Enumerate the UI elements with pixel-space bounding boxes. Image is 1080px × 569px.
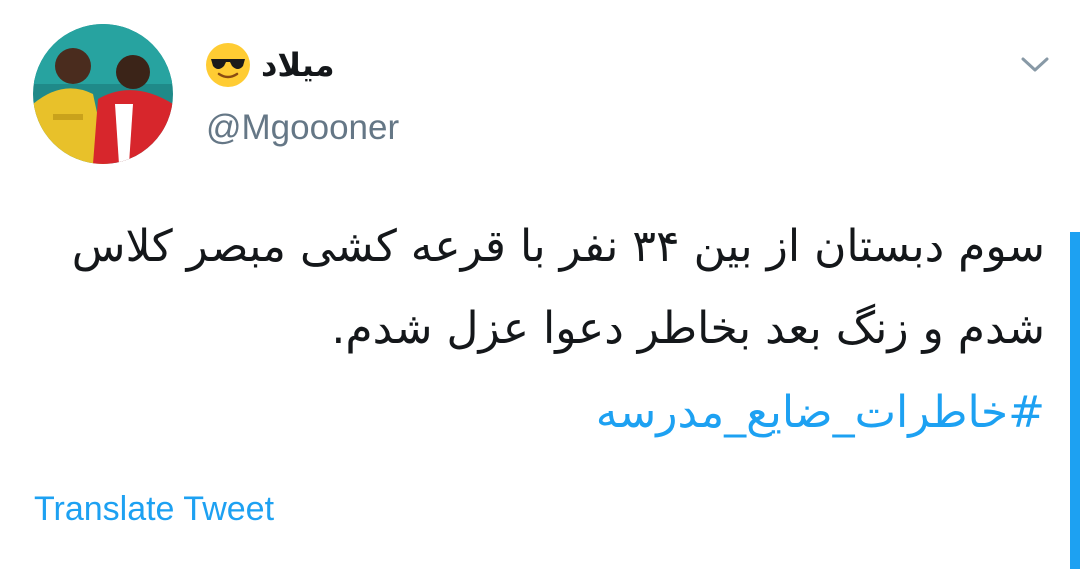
- tweet-card: میلاد @Mgoooner سوم دبستان از بین ۳۴ نفر…: [0, 0, 1080, 569]
- translate-tweet-link[interactable]: Translate Tweet: [34, 490, 274, 529]
- user-handle[interactable]: @Mgoooner: [206, 108, 399, 148]
- tweet-body: سوم دبستان از بین ۳۴ نفر با قرعه کشی مبص…: [71, 221, 1045, 354]
- chevron-down-icon[interactable]: [1018, 50, 1052, 78]
- display-name[interactable]: میلاد: [205, 40, 335, 90]
- scrollbar[interactable]: [1070, 232, 1080, 569]
- hashtag-link[interactable]: #خاطرات_ضایع_مدرسه: [596, 372, 1045, 454]
- display-name-text: میلاد: [261, 46, 335, 84]
- avatar[interactable]: [33, 24, 173, 164]
- sunglasses-emoji-icon: [206, 43, 250, 87]
